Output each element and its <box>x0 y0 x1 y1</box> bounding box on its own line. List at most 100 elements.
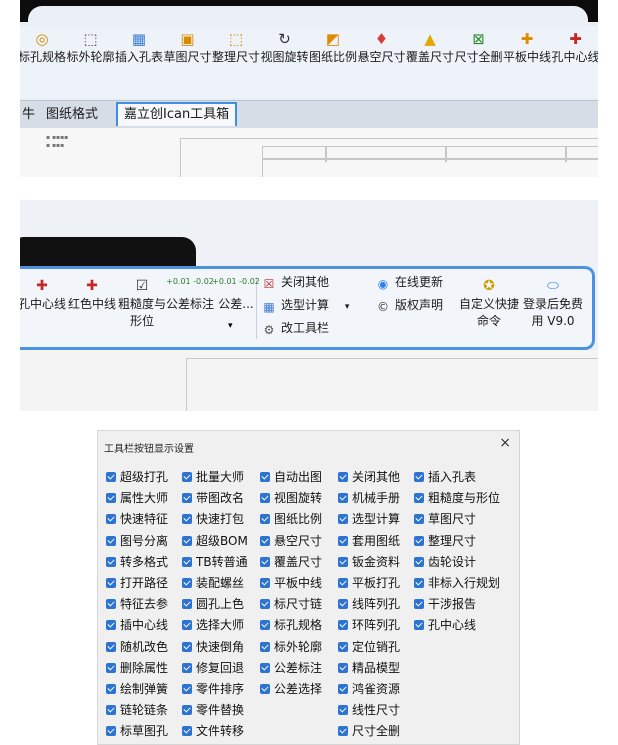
option-checkbox[interactable]: 转多格式 <box>106 552 168 572</box>
tool-hole-center[interactable]: ✚ 孔中心线 <box>20 277 68 313</box>
checkbox-checked-icon[interactable] <box>260 578 270 588</box>
option-checkbox[interactable]: 线阵列孔 <box>338 594 400 614</box>
option-checkbox[interactable]: 超级打孔 <box>106 467 168 487</box>
option-checkbox[interactable]: 圆孔上色 <box>182 594 244 614</box>
checkbox-checked-icon[interactable] <box>260 620 270 631</box>
tool-hole-spec[interactable]: ◎ 标孔规格 <box>20 30 66 66</box>
selection-calc-item[interactable]: ▦ 选型计算 ▾ <box>262 296 349 314</box>
option-checkbox[interactable]: 覆盖尺寸 <box>260 552 322 572</box>
tab-ican-toolbox[interactable]: 嘉立创Ican工具箱 <box>116 102 238 126</box>
checkbox-checked-icon[interactable] <box>338 641 348 652</box>
checkbox-checked-icon[interactable] <box>338 599 348 610</box>
checkbox-checked-icon[interactable] <box>414 578 424 588</box>
checkbox-checked-icon[interactable] <box>106 641 116 652</box>
checkbox-checked-icon[interactable] <box>182 556 192 567</box>
option-checkbox[interactable]: 打开路径 <box>106 573 168 593</box>
checkbox-checked-icon[interactable] <box>260 535 270 546</box>
tool-hole-center[interactable]: ✚ 孔中心线 <box>552 30 599 66</box>
copyright-item[interactable]: © 版权声明 <box>376 296 443 314</box>
checkbox-checked-icon[interactable] <box>106 662 116 673</box>
tool-login[interactable]: ⬭ 登录后免费用 V9.0 <box>522 277 584 330</box>
option-checkbox[interactable]: 线性尺寸 <box>338 700 400 720</box>
option-checkbox[interactable]: 标尺寸链 <box>260 594 322 614</box>
option-checkbox[interactable]: 插入孔表 <box>414 467 476 487</box>
checkbox-checked-icon[interactable] <box>182 684 192 694</box>
checkbox-checked-icon[interactable] <box>106 535 116 546</box>
checkbox-checked-icon[interactable] <box>106 472 116 482</box>
online-update-item[interactable]: ◉ 在线更新 <box>376 273 443 291</box>
checkbox-checked-icon[interactable] <box>106 493 116 504</box>
option-checkbox[interactable]: 孔中心线 <box>414 615 476 635</box>
option-checkbox[interactable]: 机械手册 <box>338 488 400 508</box>
tool-arrange-dim[interactable]: ⬚ 整理尺寸 <box>212 30 260 66</box>
option-checkbox[interactable]: 绘制弹簧 <box>106 679 168 699</box>
option-checkbox[interactable]: 零件替换 <box>182 700 244 720</box>
checkbox-checked-icon[interactable] <box>414 599 424 610</box>
tool-tolerance2[interactable]: +0.01 -0.02 公差... <box>210 277 262 313</box>
tool-scale[interactable]: ◩ 图纸比例 <box>309 30 357 66</box>
option-checkbox[interactable]: 悬空尺寸 <box>260 531 322 551</box>
option-checkbox[interactable]: 零件排序 <box>182 679 244 699</box>
option-checkbox[interactable]: 环阵列孔 <box>338 615 400 635</box>
close-icon[interactable]: × <box>499 435 511 451</box>
option-checkbox[interactable]: 公差标注 <box>260 658 322 678</box>
checkbox-checked-icon[interactable] <box>260 641 270 652</box>
checkbox-checked-icon[interactable] <box>338 535 348 546</box>
option-checkbox[interactable]: 粗糙度与形位 <box>414 488 500 508</box>
tool-sketch-dim[interactable]: ▣ 草图尺寸 <box>164 30 212 66</box>
checkbox-checked-icon[interactable] <box>106 620 116 631</box>
option-checkbox[interactable]: 特征去参 <box>106 594 168 614</box>
option-checkbox[interactable]: 超级BOM <box>182 531 248 551</box>
tool-rotate[interactable]: ↻ 视图旋转 <box>261 30 309 66</box>
checkbox-checked-icon[interactable] <box>338 493 348 504</box>
option-checkbox[interactable]: 整理尺寸 <box>414 531 476 551</box>
option-checkbox[interactable]: 修复回退 <box>182 658 244 678</box>
option-checkbox[interactable]: 标外轮廓 <box>260 637 322 657</box>
checkbox-checked-icon[interactable] <box>106 684 116 694</box>
checkbox-checked-icon[interactable] <box>106 599 116 610</box>
checkbox-checked-icon[interactable] <box>338 514 348 525</box>
option-checkbox[interactable]: 快速打包 <box>182 509 244 529</box>
checkbox-checked-icon[interactable] <box>182 514 192 525</box>
option-checkbox[interactable]: 删除属性 <box>106 658 168 678</box>
checkbox-checked-icon[interactable] <box>106 705 116 716</box>
option-checkbox[interactable]: 视图旋转 <box>260 488 322 508</box>
checkbox-checked-icon[interactable] <box>106 514 116 525</box>
checkbox-checked-icon[interactable] <box>414 556 424 567</box>
option-checkbox[interactable]: 精品模型 <box>338 658 400 678</box>
option-checkbox[interactable]: 批量大师 <box>182 467 244 487</box>
checkbox-checked-icon[interactable] <box>414 535 424 546</box>
checkbox-checked-icon[interactable] <box>106 726 116 737</box>
option-checkbox[interactable]: 套用图纸 <box>338 531 400 551</box>
checkbox-checked-icon[interactable] <box>338 705 348 716</box>
checkbox-checked-icon[interactable] <box>338 662 348 673</box>
option-checkbox[interactable]: TB转普通 <box>182 552 248 572</box>
tool-centerline[interactable]: ✚ 平板中线 <box>503 30 551 66</box>
checkbox-checked-icon[interactable] <box>338 726 348 737</box>
tool-table[interactable]: ▦ 插入孔表 <box>115 30 163 66</box>
option-checkbox[interactable]: 平板中线 <box>260 573 322 593</box>
option-checkbox[interactable]: 公差选择 <box>260 679 322 699</box>
checkbox-checked-icon[interactable] <box>338 472 348 482</box>
tool-warning[interactable]: ▲ 覆盖尺寸 <box>406 30 454 66</box>
checkbox-checked-icon[interactable] <box>260 599 270 610</box>
option-checkbox[interactable]: 选型计算 <box>338 509 400 529</box>
option-checkbox[interactable]: 标草图孔 <box>106 721 168 741</box>
checkbox-checked-icon[interactable] <box>182 493 192 504</box>
tool-custom-command[interactable]: ✪ 自定义快捷命令 <box>458 277 520 330</box>
checkbox-checked-icon[interactable] <box>414 472 424 482</box>
option-checkbox[interactable]: 关闭其他 <box>338 467 400 487</box>
checkbox-checked-icon[interactable] <box>260 662 270 673</box>
tab-partial[interactable]: 牛 <box>20 104 41 126</box>
checkbox-checked-icon[interactable] <box>182 662 192 673</box>
checkbox-checked-icon[interactable] <box>106 578 116 588</box>
checkbox-checked-icon[interactable] <box>182 578 192 588</box>
option-checkbox[interactable]: 选择大师 <box>182 615 244 635</box>
option-checkbox[interactable]: 插中心线 <box>106 615 168 635</box>
checkbox-checked-icon[interactable] <box>182 641 192 652</box>
checkbox-checked-icon[interactable] <box>338 556 348 567</box>
option-checkbox[interactable]: 平板打孔 <box>338 573 400 593</box>
option-checkbox[interactable]: 草图尺寸 <box>414 509 476 529</box>
checkbox-checked-icon[interactable] <box>260 472 270 482</box>
option-checkbox[interactable]: 尺寸全删 <box>338 721 400 741</box>
